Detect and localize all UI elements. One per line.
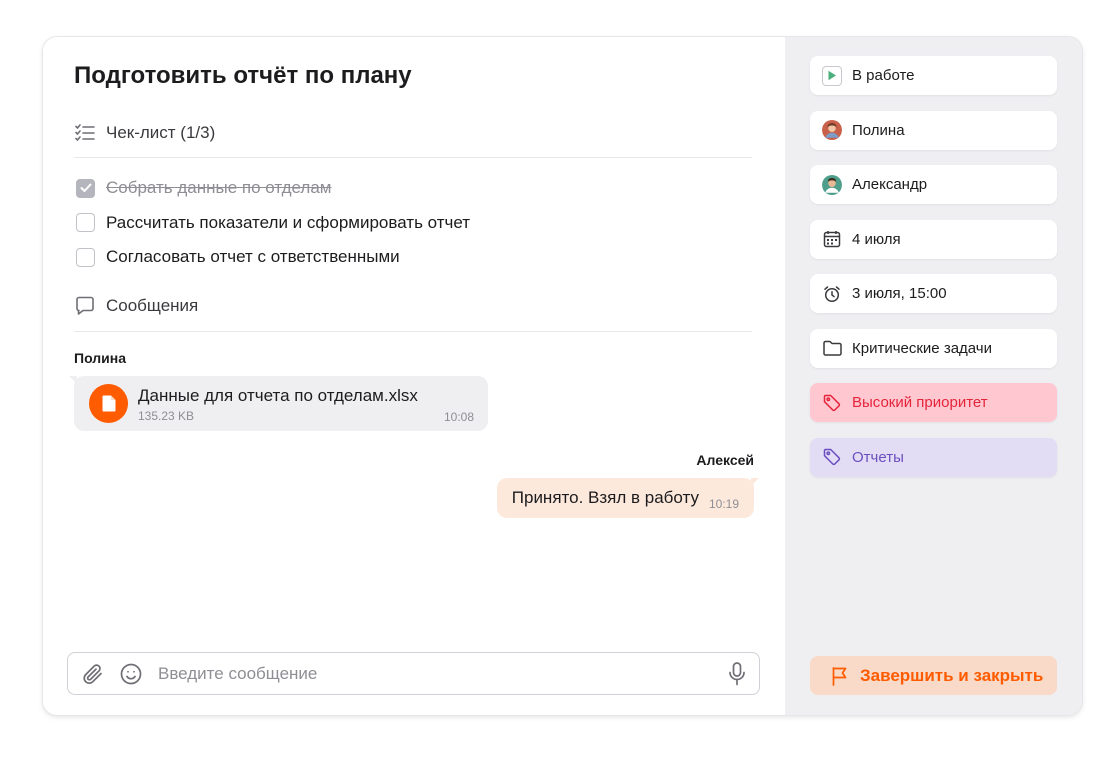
assignee-name: Александр [852,176,928,193]
file-size: 135.23 KB [138,409,195,423]
checkbox[interactable] [76,247,95,267]
file-message[interactable]: Данные для отчета по отделам.xlsx 135.23… [69,376,488,431]
messages-title: Сообщения [106,296,199,315]
author-field[interactable]: Полина [810,110,1057,150]
play-icon [822,65,842,86]
avatar [822,174,842,195]
message-text: Принято. Взял в работу [511,488,699,507]
alarm-clock-icon [822,284,842,304]
finish-and-close-button[interactable]: Завершить и закрыть [810,656,1057,695]
checklist-item-label: Собрать данные по отделам [106,178,332,197]
message-sender: Алексей [696,452,754,468]
calendar-icon [822,229,842,249]
message-time: 10:19 [708,497,739,511]
project-label: Критические задачи [852,339,992,357]
tag-label: Высокий приоритет [852,394,988,411]
status-field[interactable]: В работе [810,56,1057,95]
tag-icon [822,393,842,413]
tag-reports[interactable]: Отчеты [810,437,1057,477]
finish-button-label: Завершить и закрыть [860,665,1044,685]
checklist-item[interactable]: Согласовать отчет с ответственными [76,246,470,268]
folder-icon [822,338,842,358]
checklist-item[interactable]: Рассчитать показатели и сформировать отч… [76,212,470,234]
task-title: Подготовить отчёт по плану [74,62,412,89]
check-icon [80,183,91,192]
checklist-header[interactable]: Чек-лист (1/3) [74,122,215,144]
message-time: 10:08 [443,410,474,424]
reminder-field[interactable]: 3 июля, 15:00 [810,274,1057,313]
project-field[interactable]: Критические задачи [810,328,1057,368]
task-main-panel: Подготовить отчёт по плану Чек-лист (1/3… [43,37,785,715]
messages-header: Сообщения [74,295,198,317]
deadline-label: 4 июля [852,230,901,248]
paperclip-icon[interactable] [81,662,105,686]
checklist-item[interactable]: Собрать данные по отделам [76,177,470,199]
checklist-item-label: Рассчитать показатели и сформировать отч… [106,212,471,232]
message-input[interactable] [158,661,708,687]
status-label: В работе [852,67,915,84]
checklist-title: Чек-лист (1/3) [106,123,216,142]
checklist-item-label: Согласовать отчет с ответственными [106,247,400,266]
task-sidebar: В работе Полина Александр 4 июля 3 июля,… [785,37,1082,715]
tag-label: Отчеты [852,448,904,466]
checklist: Собрать данные по отделам Рассчитать пок… [76,177,470,281]
checklist-icon [74,122,96,144]
text-message[interactable]: Принято. Взял в работу 10:19 [496,478,760,518]
microphone-icon[interactable] [725,661,749,687]
tag-icon [822,447,842,467]
avatar [822,120,842,140]
deadline-field[interactable]: 4 июля [810,219,1057,259]
flag-icon [830,666,850,686]
reminder-label: 3 июля, 15:00 [852,285,947,302]
task-card: Подготовить отчёт по плану Чек-лист (1/3… [43,37,1082,715]
checkbox[interactable] [76,213,95,232]
divider [74,331,752,332]
emoji-icon[interactable] [119,662,143,686]
file-icon [89,384,128,423]
tag-high-priority[interactable]: Высокий приоритет [810,383,1057,422]
author-name: Полина [852,121,905,139]
message-bubble-icon [74,295,96,317]
divider [74,157,752,158]
checkbox-checked[interactable] [76,178,95,198]
assignee-field[interactable]: Александр [810,165,1057,204]
message-composer [67,652,760,695]
file-name[interactable]: Данные для отчета по отделам.xlsx [138,386,418,406]
message-sender: Полина [74,350,127,366]
